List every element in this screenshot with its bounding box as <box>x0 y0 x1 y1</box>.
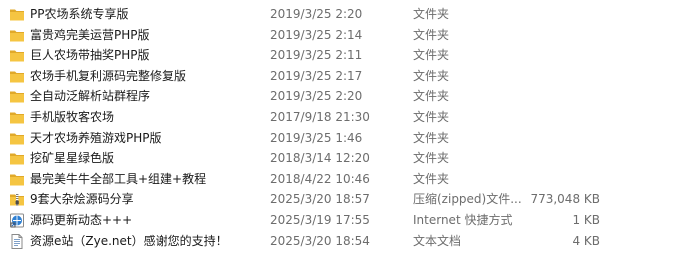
folder-icon <box>9 172 25 187</box>
file-type: 压缩(zipped)文件... <box>413 192 522 207</box>
file-type: 文件夹 <box>413 68 450 83</box>
file-date-modified: 2025/3/19 17:55 <box>270 212 370 227</box>
folder-icon <box>9 89 25 104</box>
file-row[interactable]: 挖矿星星绿色版 2018/3/14 12:20 文件夹 <box>0 148 676 169</box>
file-row[interactable]: 最完美牛牛全部工具+组建+教程 2018/4/22 10:46 文件夹 <box>0 169 676 190</box>
file-date-modified: 2019/3/25 2:20 <box>270 89 363 104</box>
file-date-modified: 2017/9/18 21:30 <box>270 109 370 124</box>
folder-icon <box>9 48 25 63</box>
file-row[interactable]: 天才农场养殖游戏PHP版 2019/3/25 1:46 文件夹 <box>0 128 676 149</box>
folder-icon <box>9 110 25 125</box>
file-size: 4 KB <box>572 233 600 248</box>
file-row[interactable]: 全自动泛解析站群程序 2019/3/25 2:20 文件夹 <box>0 86 676 107</box>
file-date-modified: 2019/3/25 2:11 <box>270 48 363 63</box>
file-date-modified: 2019/3/25 1:46 <box>270 130 363 145</box>
file-date-modified: 2025/3/20 18:57 <box>270 192 370 207</box>
file-type: 文件夹 <box>413 7 450 21</box>
file-type: 文件夹 <box>413 171 450 186</box>
file-name: 农场手机复利源码完整修复版 <box>30 68 187 83</box>
folder-icon <box>9 151 25 166</box>
file-name: 挖矿星星绿色版 <box>30 151 115 166</box>
file-type: 文件夹 <box>413 130 450 145</box>
file-list: PP农场系统专享版 2019/3/25 2:20 文件夹 富贵鸡完美运营PHP版 201… <box>0 0 676 270</box>
folder-icon <box>9 28 25 43</box>
file-row[interactable]: 富贵鸡完美运营PHP版 2019/3/25 2:14 文件夹 <box>0 25 676 46</box>
file-type: 文件夹 <box>413 48 450 63</box>
internet-shortcut-icon <box>9 213 25 228</box>
file-name: 最完美牛牛全部工具+组建+教程 <box>30 171 207 186</box>
file-row[interactable]: 巨人农场带抽奖PHP版 2019/3/25 2:11 文件夹 <box>0 45 676 66</box>
folder-icon <box>9 7 25 22</box>
file-date-modified: 2018/4/22 10:46 <box>270 171 370 186</box>
file-row[interactable]: 资源e站（Zye.net）感谢您的支持！ 2025/3/20 18:54 文本文档 4… <box>0 231 676 252</box>
file-name: 富贵鸡完美运营PHP版 <box>30 27 150 42</box>
file-date-modified: 2019/3/25 2:17 <box>270 68 363 83</box>
zip-folder-icon <box>9 192 25 207</box>
file-type: 文件夹 <box>413 151 450 166</box>
file-date-modified: 2018/3/14 12:20 <box>270 151 370 166</box>
file-type: 文件夹 <box>413 27 450 42</box>
file-date-modified: 2019/3/25 2:20 <box>270 7 363 21</box>
text-document-icon <box>9 233 25 249</box>
file-name: 巨人农场带抽奖PHP版 <box>30 48 150 63</box>
file-name: 全自动泛解析站群程序 <box>30 89 151 104</box>
file-type: 文件夹 <box>413 89 450 104</box>
file-row[interactable]: PP农场系统专享版 2019/3/25 2:20 文件夹 <box>0 4 676 25</box>
file-name: 手机版牧客农场 <box>30 109 115 124</box>
file-row[interactable]: 手机版牧客农场 2017/9/18 21:30 文件夹 <box>0 107 676 128</box>
file-type: Internet 快捷方式 <box>413 212 513 227</box>
file-row[interactable]: 源码更新动态+++ 2025/3/19 17:55 Internet 快捷方式 1 K… <box>0 210 676 231</box>
file-type: 文件夹 <box>413 109 450 124</box>
file-row[interactable]: 9套大杂烩源码分享 2025/3/20 18:57 压缩(zipped)文件... 7… <box>0 189 676 210</box>
file-name: 资源e站（Zye.net）感谢您的支持！ <box>30 233 228 248</box>
file-date-modified: 2025/3/20 18:54 <box>270 233 370 248</box>
file-date-modified: 2019/3/25 2:14 <box>270 27 363 42</box>
file-name: 9套大杂烩源码分享 <box>30 192 134 207</box>
file-size: 1 KB <box>572 212 600 227</box>
file-size: 773,048 KB <box>530 192 600 207</box>
file-row[interactable]: 农场手机复利源码完整修复版 2019/3/25 2:17 文件夹 <box>0 66 676 87</box>
file-name: 源码更新动态+++ <box>30 212 133 227</box>
file-type: 文本文档 <box>413 233 462 248</box>
file-name: PP农场系统专享版 <box>30 7 129 21</box>
folder-icon <box>9 69 25 84</box>
folder-icon <box>9 131 25 146</box>
file-name: 天才农场养殖游戏PHP版 <box>30 130 162 145</box>
